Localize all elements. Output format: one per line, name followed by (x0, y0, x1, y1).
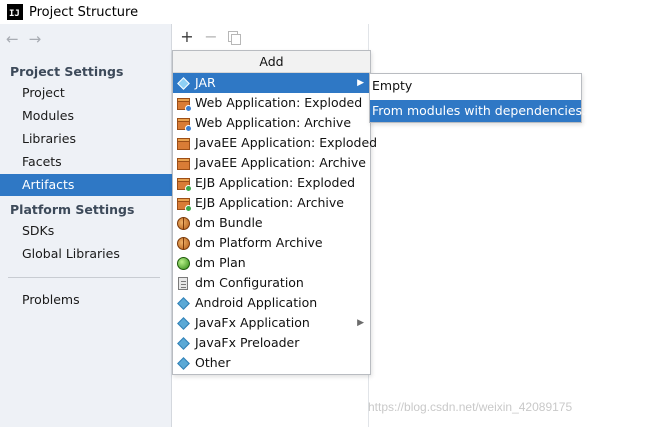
menu-item-dm-configuration[interactable]: dm Configuration (173, 273, 370, 293)
menu-item-ejb-app-exploded[interactable]: EJB Application: Exploded (173, 173, 370, 193)
sidebar-item-sdks[interactable]: SDKs (0, 220, 172, 242)
menu-item-other[interactable]: Other (173, 353, 370, 373)
add-button[interactable]: + (180, 29, 194, 45)
web-app-icon (176, 96, 192, 112)
diamond-icon (176, 336, 190, 350)
menu-item-javaee-app-archive[interactable]: JavaEE Application: Archive (173, 153, 370, 173)
menu-item-label: JavaFx Application (195, 315, 310, 330)
menu-item-android-application[interactable]: Android Application (173, 293, 370, 313)
bundle-icon (176, 216, 190, 230)
menu-item-label: JAR (195, 75, 216, 90)
menu-item-label: Other (195, 355, 231, 370)
menu-item-jar[interactable]: JAR ▶ (173, 73, 370, 93)
artifacts-toolbar: + − (173, 24, 369, 50)
copy-icon[interactable] (228, 30, 241, 45)
menu-item-label: JavaEE Application: Archive (195, 155, 366, 170)
menu-item-web-app-archive[interactable]: Web Application: Archive (173, 113, 370, 133)
submenu-arrow-icon: ▶ (357, 78, 364, 88)
menu-item-label: Web Application: Archive (195, 115, 352, 130)
jar-submenu: Empty From modules with dependencies... (369, 73, 594, 123)
menu-item-label: dm Plan (195, 255, 246, 270)
menu-item-label: Android Application (195, 295, 318, 310)
add-menu: Add JAR ▶ Web Application: Exploded Web … (172, 50, 377, 375)
back-arrow-icon[interactable]: ← (6, 30, 19, 48)
menu-item-javaee-app-exploded[interactable]: JavaEE Application: Exploded (173, 133, 377, 153)
remove-button[interactable]: − (204, 29, 218, 45)
diamond-icon (176, 316, 190, 330)
menu-item-label: dm Platform Archive (195, 235, 323, 250)
menu-item-dm-platform-archive[interactable]: dm Platform Archive (173, 233, 370, 253)
sidebar-item-global-libraries[interactable]: Global Libraries (0, 243, 172, 265)
sidebar-divider (8, 277, 160, 278)
watermark-text: https://blog.csdn.net/weixin_42089175 (368, 400, 573, 414)
sidebar-item-facets[interactable]: Facets (0, 151, 172, 173)
window-title: Project Structure (29, 4, 139, 20)
javaee-app-icon (176, 136, 190, 150)
platform-settings-header: Platform Settings (10, 202, 135, 217)
menu-item-label: dm Configuration (195, 275, 304, 290)
sidebar-item-modules[interactable]: Modules (0, 105, 172, 127)
menu-item-ejb-app-archive[interactable]: EJB Application: Archive (173, 193, 370, 213)
sidebar-item-libraries[interactable]: Libraries (0, 128, 172, 150)
menu-item-label: EJB Application: Exploded (195, 175, 356, 190)
submenu-item-from-modules[interactable]: From modules with dependencies... (370, 100, 594, 122)
bundle-icon (176, 236, 190, 250)
menu-item-javafx-preloader[interactable]: JavaFx Preloader (173, 333, 370, 353)
menu-item-label: Web Application: Exploded (195, 95, 363, 110)
web-app-icon (176, 116, 192, 132)
menu-item-dm-plan[interactable]: dm Plan (173, 253, 370, 273)
menu-item-javafx-application[interactable]: JavaFx Application ▶ (173, 313, 370, 333)
plan-icon (176, 256, 190, 270)
intellij-logo-icon: IJ (7, 4, 23, 20)
ejb-app-icon (176, 196, 192, 212)
title-bar: IJ Project Structure (0, 0, 646, 24)
javaee-app-icon (176, 156, 190, 170)
nav-arrows: ← → (6, 30, 41, 48)
sidebar-item-problems[interactable]: Problems (0, 289, 172, 311)
menu-item-label: dm Bundle (195, 215, 263, 230)
forward-arrow-icon[interactable]: → (29, 30, 42, 48)
project-settings-header: Project Settings (10, 64, 124, 79)
submenu-arrow-icon: ▶ (357, 318, 364, 328)
ejb-app-icon (176, 176, 192, 192)
menu-item-label: JavaEE Application: Exploded (195, 135, 378, 150)
diamond-icon (176, 356, 190, 370)
menu-item-label: EJB Application: Archive (195, 195, 344, 210)
menu-item-dm-bundle[interactable]: dm Bundle (173, 213, 370, 233)
diamond-icon (176, 296, 190, 310)
add-menu-header: Add (173, 51, 370, 73)
menu-item-web-app-exploded[interactable]: Web Application: Exploded (173, 93, 370, 113)
sidebar-item-project[interactable]: Project (0, 82, 172, 104)
menu-item-label: JavaFx Preloader (195, 335, 300, 350)
sidebar: ← → Project Settings Project Modules Lib… (0, 24, 172, 427)
diamond-icon (176, 76, 190, 90)
sidebar-item-artifacts[interactable]: Artifacts (0, 174, 172, 196)
config-icon (176, 276, 190, 290)
submenu-item-empty[interactable]: Empty (370, 75, 581, 97)
